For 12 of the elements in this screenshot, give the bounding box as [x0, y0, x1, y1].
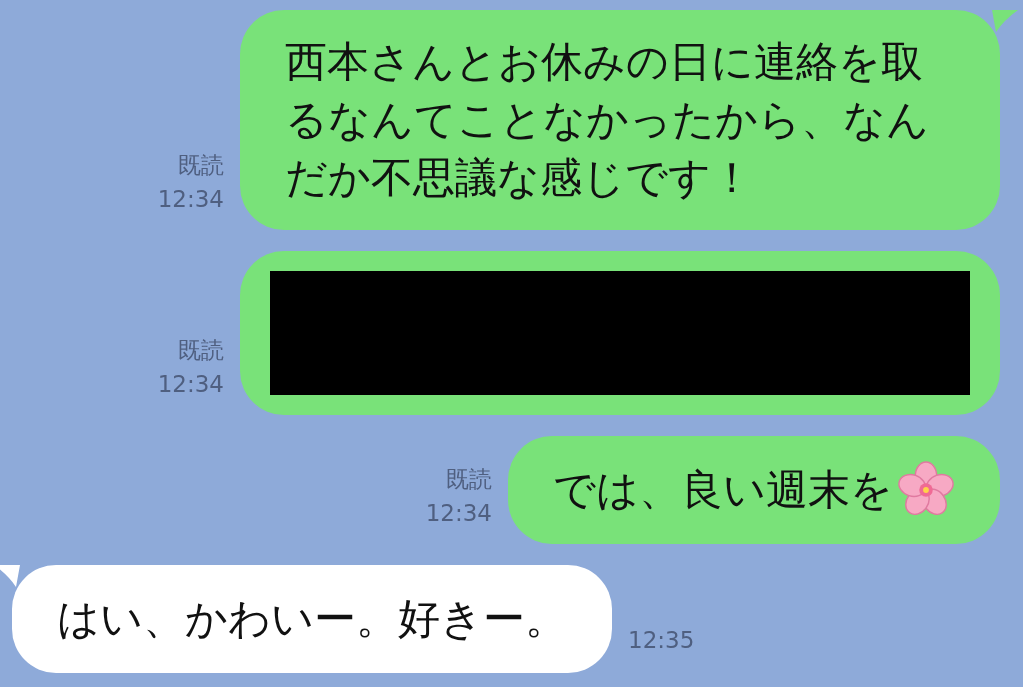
message-time: 12:34 [157, 185, 224, 214]
message-time: 12:34 [425, 499, 492, 528]
read-receipt: 既読 [178, 336, 224, 365]
bubble-tail [992, 10, 1018, 32]
read-receipt: 既読 [178, 151, 224, 180]
bubble-tail [0, 565, 20, 587]
read-receipt: 既読 [446, 465, 492, 494]
message-text: はい、かわいー。好きー。 [57, 593, 567, 645]
message-time: 12:34 [157, 370, 224, 399]
message-text: では、良い週末を [553, 464, 893, 516]
message-text: 西本さんとお休みの日に連絡を取るなんてことなかったから、なんだか不思議な感じです！ [285, 36, 930, 204]
message-time: 12:35 [628, 626, 695, 655]
